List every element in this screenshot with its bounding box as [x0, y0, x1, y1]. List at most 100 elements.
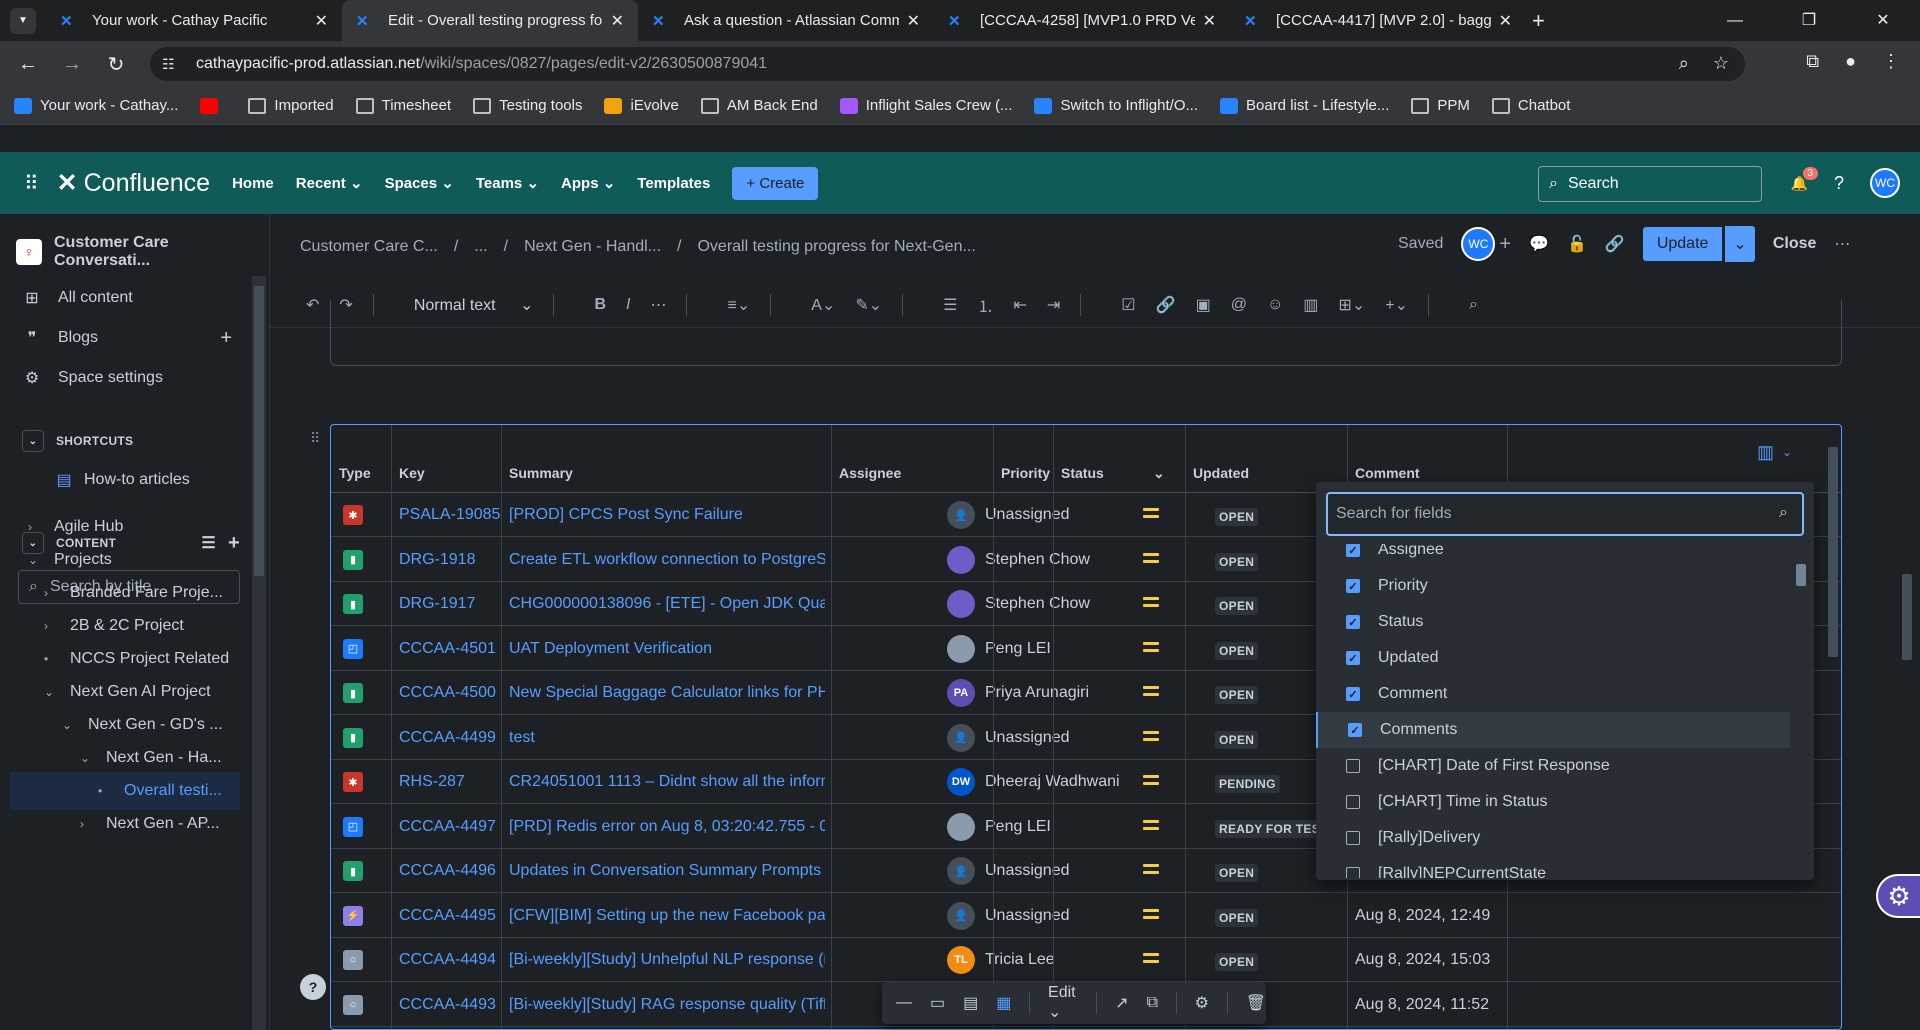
nav-templates[interactable]: Templates [637, 175, 710, 192]
tree-item[interactable]: › Agile Hub [28, 518, 123, 536]
tab-close-icon[interactable]: ✕ [315, 11, 328, 31]
tree-item[interactable]: › 2B & 2C Project [44, 617, 184, 635]
breadcrumb-item[interactable]: Customer Care C... [300, 238, 438, 256]
checkbox-checked-icon[interactable]: ✓ [1346, 651, 1360, 665]
issue-key-link[interactable]: DRG-1918 [399, 551, 475, 569]
help-icon[interactable]: ? [1834, 173, 1844, 194]
tree-item[interactable]: • NCCS Project Related [44, 650, 229, 668]
update-options-button[interactable]: ⌄ [1724, 226, 1755, 262]
collaborator-avatar[interactable]: WC [1461, 227, 1496, 261]
card-view-icon[interactable]: ▤ [963, 993, 978, 1013]
tree-item[interactable]: ⌄ Next Gen - GD's ... [62, 716, 223, 734]
confluence-search-input[interactable]: ⌕ Search [1538, 166, 1762, 202]
shortcut-howto[interactable]: ▤ How-to articles [54, 470, 189, 490]
sidebar-scrollbar[interactable] [252, 276, 266, 1030]
issue-summary-link[interactable]: [PROD] CPCS Post Sync Failure [509, 506, 825, 524]
issue-key-link[interactable]: CCCAA-4497 [399, 818, 496, 836]
breadcrumb-item[interactable]: Overall testing progress for Next-Gen... [697, 238, 975, 256]
checkbox-checked-icon[interactable]: ✓ [1346, 615, 1360, 629]
app-switcher-icon[interactable]: ⠿ [24, 171, 39, 196]
forward-button[interactable]: → [50, 53, 94, 76]
tree-item[interactable]: › Branded Fare Proje... [44, 584, 223, 602]
tree-item[interactable]: • Overall testi... [10, 772, 240, 810]
tree-item[interactable]: ⌄ Next Gen - Ha... [80, 749, 222, 767]
help-button[interactable]: ? [300, 974, 326, 1000]
site-info-icon[interactable]: ☷ [162, 56, 186, 73]
search-fields-input[interactable]: Search for fields ⌕ [1326, 492, 1804, 536]
width-narrow-icon[interactable]: — [896, 994, 912, 1012]
sidebar-blogs[interactable]: ❞ Blogs + [22, 327, 232, 349]
table-scrollbar[interactable] [1824, 433, 1841, 1029]
tab-close-icon[interactable]: ✕ [1499, 11, 1512, 31]
minimize-button[interactable]: — [1698, 0, 1772, 41]
column-header[interactable]: Status [1061, 465, 1104, 481]
bookmark-item[interactable]: Switch to Inflight/O... [1034, 97, 1198, 114]
tab-close-icon[interactable]: ✕ [907, 11, 920, 31]
open-external-icon[interactable]: ↗ [1115, 993, 1128, 1013]
column-header[interactable]: Priority [1001, 465, 1050, 481]
bookmark-item[interactable]: Timesheet [355, 97, 451, 114]
restore-button[interactable]: ❐ [1772, 0, 1846, 41]
column-picker-button[interactable]: ▥ ⌄ [1757, 437, 1807, 467]
checkbox-empty-icon[interactable] [1346, 795, 1360, 809]
checkbox-checked-icon[interactable]: ✓ [1346, 687, 1360, 701]
back-button[interactable]: ← [6, 53, 50, 76]
issue-key-link[interactable]: CCCAA-4495 [399, 907, 496, 925]
browser-tab[interactable]: ✕ Your work - Cathay Pacific ✕ [46, 0, 342, 41]
bookmark-item[interactable]: iEvolve [604, 97, 679, 114]
breadcrumb-item[interactable]: Next Gen - Handl... [524, 238, 661, 256]
field-option[interactable]: [Rally]Delivery [1316, 820, 1790, 856]
checkbox-empty-icon[interactable] [1346, 831, 1360, 845]
tree-item[interactable]: ⌄ Next Gen AI Project [44, 683, 211, 701]
tab-close-icon[interactable]: ✕ [1203, 11, 1216, 31]
issue-key-link[interactable]: RHS-287 [399, 773, 465, 791]
create-button[interactable]: + Create [732, 166, 819, 200]
settings-icon[interactable]: ⚙ [1195, 993, 1209, 1013]
nav-recent[interactable]: Recent ⌄ [296, 174, 363, 192]
floating-gear-icon[interactable]: ⚙ [1876, 874, 1920, 918]
issue-summary-link[interactable]: CHG000000138096 - [ETE] - Open JDK Quart… [509, 595, 825, 613]
issue-key-link[interactable]: CCCAA-4494 [399, 951, 496, 969]
width-wide-icon[interactable]: ▭ [930, 993, 945, 1013]
issue-key-link[interactable]: CCCAA-4493 [399, 996, 496, 1014]
field-option[interactable]: [CHART] Time in Status [1316, 784, 1790, 820]
column-header[interactable]: Key [399, 465, 425, 481]
browser-menu-icon[interactable]: ⋮ [1882, 51, 1900, 72]
shortcuts-section[interactable]: ⌄ SHORTCUTS [22, 430, 133, 452]
column-header[interactable]: Summary [509, 465, 573, 481]
drag-handle-icon[interactable]: ⠿ [310, 430, 320, 447]
nav-home[interactable]: Home [232, 175, 274, 192]
table-view-icon[interactable]: ▦ [996, 993, 1011, 1013]
sidebar-space-settings[interactable]: ⚙ Space settings [22, 368, 163, 388]
bookmark-star-icon[interactable]: ☆ [1713, 53, 1729, 74]
bookmark-item[interactable]: PPM [1411, 97, 1470, 114]
user-avatar[interactable]: WC [1870, 168, 1900, 198]
extensions-icon[interactable]: ⧉ [1806, 51, 1819, 72]
link-icon[interactable]: 🔗 [1605, 234, 1625, 254]
field-option[interactable]: ✓ Comments [1316, 712, 1790, 748]
issue-key-link[interactable]: CCCAA-4499 [399, 729, 496, 747]
field-option[interactable]: ✓ Priority [1316, 568, 1790, 604]
table-row[interactable]: ○ CCCAA-4494 [Bi-weekly][Study] Unhelpful … [331, 938, 1841, 982]
copy-icon[interactable]: ⧉ [1147, 994, 1158, 1012]
new-tab-button[interactable]: + [1532, 8, 1545, 34]
add-content-icon[interactable]: + [228, 532, 240, 555]
issue-key-link[interactable]: CCCAA-4496 [399, 862, 496, 880]
nav-apps[interactable]: Apps ⌄ [561, 174, 615, 192]
sidebar-all-content[interactable]: ⊞ All content [22, 288, 132, 308]
bookmark-item[interactable]: Imported [248, 97, 334, 114]
confluence-logo[interactable]: ✕ Confluence [57, 168, 210, 198]
issue-summary-link[interactable]: [Bi-weekly][Study] RAG response quality … [509, 996, 825, 1014]
tab-search-button[interactable]: ▼ [10, 7, 36, 34]
notifications-icon[interactable]: 🔔 3 [1791, 166, 1819, 192]
issue-summary-link[interactable]: Updates in Conversation Summary Prompts [509, 862, 825, 880]
nav-teams[interactable]: Teams ⌄ [476, 174, 539, 192]
page-scrollbar[interactable] [1898, 440, 1916, 1030]
tree-item[interactable]: › Next Gen - AP... [80, 815, 220, 833]
bookmark-item[interactable]: Your work - Cathay... [14, 97, 178, 114]
bookmark-item[interactable]: Chatbot [1491, 97, 1570, 114]
update-button[interactable]: Update [1642, 227, 1723, 261]
issue-key-link[interactable]: CCCAA-4501 [399, 640, 496, 658]
undo-icon[interactable]: ↶ [306, 295, 319, 315]
checkbox-checked-icon[interactable]: ✓ [1346, 544, 1360, 557]
